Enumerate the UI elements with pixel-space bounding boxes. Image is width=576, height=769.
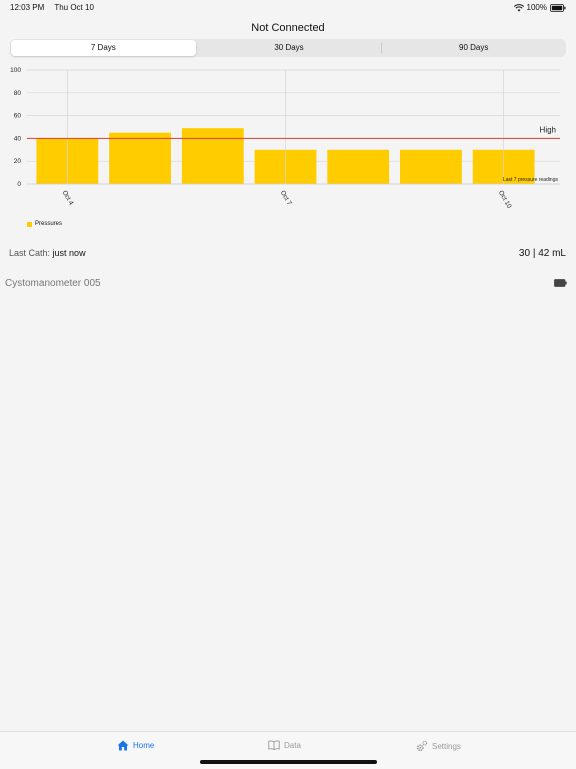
status-right: 100% [513, 3, 566, 12]
y-tick-label: 80 [14, 90, 22, 97]
gear-icon [416, 740, 428, 752]
pressure-chart: 0 20 40 60 80 100 Oct 4 Oct 7 Oct 10 High Last 7 p… [10, 67, 560, 210]
battery-percent: 100% [526, 3, 547, 12]
y-tick-label: 20 [14, 158, 22, 165]
volume-readout: 30 | 42 mL [518, 248, 566, 259]
bar [109, 132, 171, 184]
segment-7-days[interactable]: 7 Days [11, 40, 196, 56]
x-tick-label: Oct 4 [61, 190, 75, 207]
device-battery-icon [554, 279, 567, 287]
wifi-icon [513, 3, 524, 11]
home-indicator [200, 760, 377, 764]
bar [181, 128, 244, 184]
y-tick-label: 100 [10, 67, 21, 74]
segment-30-days[interactable]: 30 Days [197, 39, 382, 57]
chart-legend: Pressures [27, 221, 62, 227]
last-cath-value: just now [52, 248, 86, 258]
segment-90-days[interactable]: 90 Days [381, 39, 566, 57]
tab-home[interactable]: Home [117, 740, 154, 751]
tab-home-label: Home [133, 741, 155, 750]
tab-data[interactable]: Data [268, 740, 301, 750]
status-left: 12:03 PM Thu Oct 10 [10, 3, 102, 12]
y-tick-label: 0 [17, 181, 21, 188]
house-icon [117, 740, 129, 751]
tab-data-label: Data [284, 740, 301, 750]
tab-settings[interactable]: Settings [416, 740, 461, 752]
chart-annotation: Last 7 pressure readings [503, 177, 559, 183]
status-bar: 12:03 PM Thu Oct 10 100% [0, 0, 576, 14]
book-icon [268, 740, 280, 750]
last-cath-label: Last Cath: [9, 248, 51, 258]
status-time: 12:03 PM [10, 3, 45, 12]
legend-label: Pressures [35, 221, 63, 227]
y-tick-label: 40 [14, 135, 22, 142]
bar [400, 149, 462, 184]
tab-settings-label: Settings [432, 741, 461, 751]
x-tick-label: Oct 10 [497, 190, 513, 210]
x-tick-label: Oct 7 [279, 190, 293, 207]
y-tick-label: 60 [14, 113, 22, 120]
device-name[interactable]: Cystomanometer 005 [5, 278, 101, 289]
threshold-label: High [540, 125, 556, 134]
last-cath: Last Cath: just now [9, 248, 86, 258]
legend-swatch [27, 221, 32, 227]
bar [327, 149, 390, 184]
battery-icon [550, 3, 566, 12]
range-segmented-control[interactable]: 7 Days 30 Days 90 Days [10, 39, 566, 57]
page-title: Not Connected [251, 22, 325, 34]
status-date: Thu Oct 10 [54, 3, 94, 12]
